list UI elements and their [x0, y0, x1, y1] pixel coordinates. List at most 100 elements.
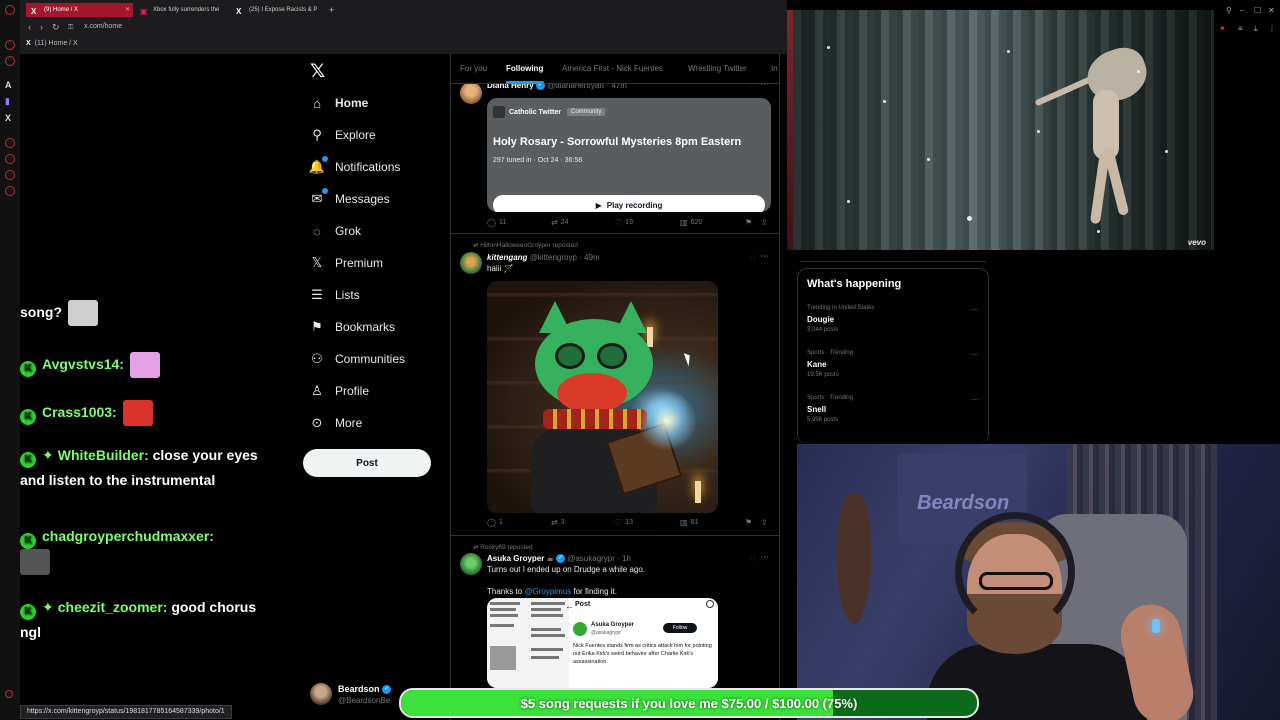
trend-name: Kane	[807, 360, 827, 369]
tab-america-first[interactable]: America First - Nick Fuentes	[562, 64, 663, 73]
more-options-icon[interactable]: ⋯	[971, 350, 979, 359]
share-button[interactable]: ⇪	[761, 518, 771, 527]
nav-item-communities[interactable]: ⚇ Communities	[309, 348, 405, 370]
author-handle[interactable]: @kittengroyp	[530, 253, 577, 262]
sidebar-app-icon[interactable]	[5, 138, 15, 148]
reply-button[interactable]: ◯ 11	[487, 218, 506, 227]
bookmark-icon: ⚑	[311, 319, 323, 334]
tab-expose[interactable]: X (25) I Expose Racists & P	[231, 3, 327, 17]
sidebar-app-icon[interactable]	[5, 56, 15, 66]
sidebar-app-icon[interactable]: A	[5, 80, 12, 90]
bookmark-item[interactable]: X (11) Home / X	[26, 40, 78, 47]
bookmark-button[interactable]: ⚑	[745, 518, 755, 527]
reply-button[interactable]: ◯ 1	[487, 518, 503, 527]
menu-icon[interactable]: ≡	[1238, 24, 1243, 33]
maximize-icon[interactable]: ☐	[1254, 6, 1261, 15]
timeline[interactable]: For you Following America First - Nick F…	[450, 54, 780, 720]
forward-icon[interactable]: ›	[40, 22, 43, 32]
nav-item-premium[interactable]: 𝕏 Premium	[309, 252, 383, 274]
reload-icon[interactable]: ↻	[52, 22, 60, 33]
mention-link[interactable]: @Groypimus	[524, 587, 571, 596]
tweet-time[interactable]: 1h	[622, 554, 631, 563]
nav-item-home[interactable]: ⌂ Home	[309, 92, 368, 114]
trend-item[interactable]: Trending in United States Dougie 3,044 p…	[807, 305, 985, 345]
more-options-icon[interactable]: ⋯	[760, 552, 769, 563]
download-icon[interactable]: ⤓	[1254, 24, 1258, 34]
tab-for-you[interactable]: For you	[460, 64, 487, 73]
minimize-icon[interactable]: –	[1240, 6, 1244, 15]
nav-label: Profile	[335, 384, 370, 398]
nav-item-lists[interactable]: ☰ Lists	[309, 284, 360, 306]
views-button[interactable]: ▥ 620	[680, 218, 702, 227]
glasses	[597, 343, 627, 369]
nav-item-explore[interactable]: ⚲ Explore	[309, 124, 375, 146]
repost-icon: ⇄	[551, 218, 558, 227]
tweet-image[interactable]	[487, 281, 718, 513]
like-button[interactable]: ♡ 19	[615, 218, 633, 227]
nav-item-more[interactable]: ⊙ More	[309, 412, 363, 434]
avatar[interactable]	[460, 553, 482, 575]
sidebar-app-icon[interactable]	[5, 40, 15, 50]
url-field[interactable]: x.com/home	[84, 23, 122, 30]
more-options-icon[interactable]: ⋯	[971, 395, 979, 404]
close-window-icon[interactable]: ✕	[1268, 6, 1275, 15]
like-button[interactable]: ♡ 13	[615, 518, 633, 527]
settings-icon[interactable]	[5, 186, 15, 196]
author-name[interactable]: kittengang	[487, 253, 527, 262]
tweet-text: Turns out I ended up on Drudge a while a…	[487, 565, 646, 574]
twitch-icon[interactable]: ▮	[5, 96, 10, 107]
search-icon[interactable]: ⚲	[1226, 6, 1232, 15]
grok-icon[interactable]: ◌	[750, 554, 755, 563]
tweet-image[interactable]: ← Post Asuka Groyper @asukagrypr Follow N…	[487, 598, 718, 688]
post-button[interactable]: Post	[303, 449, 431, 477]
nav-item-grok[interactable]: ◌ Grok	[309, 220, 361, 242]
nav-item-profile[interactable]: ♙ Profile	[309, 380, 369, 402]
avatar[interactable]	[460, 252, 482, 274]
close-icon[interactable]: ✕	[125, 3, 130, 17]
repost-button[interactable]: ⇄ 24	[551, 218, 569, 227]
thanks-suffix: for finding it.	[571, 587, 617, 596]
tab-overflow[interactable]: In	[771, 64, 778, 73]
x-logo-icon[interactable]: 𝕏	[310, 60, 325, 83]
repost-indicator[interactable]: ⇄ Rocky69 reposted	[473, 543, 533, 551]
repost-button[interactable]: ⇄ 3	[551, 518, 565, 527]
sidebar-app-icon[interactable]	[5, 170, 15, 180]
grok-icon[interactable]: ◌	[750, 253, 755, 262]
snow-particle	[883, 100, 886, 103]
avatar[interactable]	[460, 82, 482, 104]
more-options-icon[interactable]: ⋯	[760, 251, 769, 262]
bookmark-button[interactable]: ⚑	[745, 218, 755, 227]
tab-home[interactable]: X (9) Home / X ✕	[26, 3, 133, 17]
tab-wrestling-twitter[interactable]: Wrestling Twitter	[688, 64, 747, 73]
repost-indicator[interactable]: ⇄ HiltonHalloweenGroyper reposted	[473, 241, 578, 249]
music-video-player[interactable]: vevo	[787, 10, 1214, 250]
author-handle[interactable]: @asukagrypr	[567, 554, 615, 563]
tweet-time[interactable]: 49m	[584, 253, 600, 262]
space-card[interactable]: Catholic Twitter Community Holy Rosary -…	[487, 98, 771, 212]
trend-item[interactable]: Sports · Trending Kane 19.5K posts ⋯	[807, 350, 985, 390]
x-app-icon[interactable]: X	[5, 113, 11, 123]
heart-icon[interactable]: ♥	[1220, 24, 1225, 33]
play-icon: ▶	[595, 200, 602, 210]
new-tab-button[interactable]: +	[329, 3, 334, 17]
history-icon[interactable]	[5, 154, 15, 164]
trend-item[interactable]: Sports · Trending Snell 5,998 posts ⋯	[807, 395, 985, 435]
extensions-icon[interactable]: ⋮	[1268, 24, 1276, 33]
play-recording-button[interactable]: ▶ Play recording	[493, 195, 765, 212]
headline-line	[531, 614, 563, 617]
tab-xbox[interactable]: ▣ Xbox fully surrenders the	[135, 3, 231, 17]
back-icon[interactable]: ‹	[28, 22, 31, 32]
tweet[interactable]: Diana Henry ✓ @dianahenryart · 47m ◌ ⋯ C…	[451, 76, 779, 234]
space-community[interactable]: Catholic Twitter Community	[493, 106, 606, 118]
opera-logo-icon[interactable]	[5, 5, 15, 15]
more-icon[interactable]	[5, 690, 13, 698]
share-button[interactable]: ⇪	[761, 218, 771, 227]
nav-item-notifications[interactable]: 🔔 Notifications	[309, 156, 400, 178]
tweet[interactable]: ⇄ HiltonHalloweenGroyper reposted kitten…	[451, 235, 779, 536]
author-name[interactable]: Asuka Groyper ☕	[487, 554, 554, 563]
tab-following[interactable]: Following	[506, 64, 543, 73]
nav-item-messages[interactable]: ✉ Messages	[309, 188, 390, 210]
more-options-icon[interactable]: ⋯	[971, 305, 979, 314]
nav-item-bookmarks[interactable]: ⚑ Bookmarks	[309, 316, 395, 338]
views-button[interactable]: ▥ 81	[680, 518, 698, 527]
